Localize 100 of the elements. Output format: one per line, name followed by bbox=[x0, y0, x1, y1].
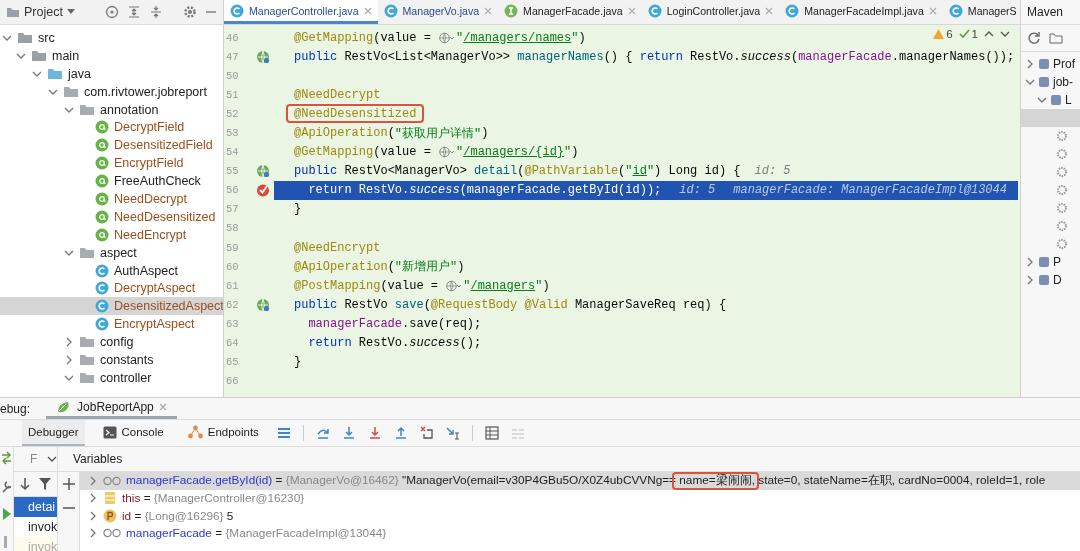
file-tab[interactable]: ManagerController.java bbox=[224, 0, 378, 24]
code-line: } bbox=[293, 201, 302, 219]
run-to-cursor-icon[interactable] bbox=[445, 426, 460, 440]
tree-item[interactable]: DecryptAspect bbox=[0, 279, 223, 298]
tree-item[interactable]: EncryptAspect bbox=[0, 315, 223, 334]
code-line: @GetMapping(value = "/managers/names") bbox=[293, 29, 586, 47]
close-icon[interactable] bbox=[363, 6, 372, 15]
tree-item[interactable]: src bbox=[0, 29, 223, 47]
tree-item[interactable]: com.rivtower.jobreport bbox=[0, 82, 223, 101]
run-gutter-icon bbox=[256, 297, 270, 312]
file-tab[interactable]: ManagerFacadeImpl.java bbox=[779, 0, 943, 24]
close-icon[interactable] bbox=[158, 403, 167, 411]
chevron-icon[interactable] bbox=[1037, 95, 1047, 105]
code-line: managerFacade.save(req); bbox=[307, 315, 482, 333]
tree-item[interactable]: Prof bbox=[1021, 55, 1080, 73]
tree-item[interactable]: EncryptField bbox=[0, 154, 223, 173]
step-out-icon[interactable] bbox=[393, 426, 408, 440]
annotation-icon bbox=[95, 156, 109, 171]
tree-item[interactable]: controller bbox=[0, 368, 223, 387]
warning-count[interactable]: 6 bbox=[946, 28, 953, 40]
drop-frame-icon[interactable] bbox=[419, 426, 434, 440]
weak-warning-count[interactable]: 1 bbox=[971, 28, 978, 40]
rerun-icon[interactable] bbox=[2, 451, 11, 465]
tool-tab[interactable]: Debugger bbox=[22, 420, 85, 446]
line-number: 65 bbox=[225, 356, 240, 369]
class-icon bbox=[948, 3, 963, 18]
menu-icon[interactable] bbox=[276, 426, 291, 440]
resume-icon[interactable] bbox=[2, 507, 11, 521]
line-number: 63 bbox=[225, 317, 240, 330]
tree-item[interactable]: annotation bbox=[0, 100, 223, 119]
tree-item[interactable]: P bbox=[1021, 253, 1080, 271]
tool-tab[interactable]: Console bbox=[96, 420, 170, 446]
chevron-icon[interactable] bbox=[1025, 257, 1035, 267]
class-icon bbox=[95, 299, 109, 314]
file-tab[interactable]: LoginController.java bbox=[641, 0, 780, 24]
line-number: 64 bbox=[225, 337, 240, 350]
tree-item[interactable]: L bbox=[1021, 91, 1080, 109]
panel-title[interactable]: Project bbox=[24, 5, 63, 19]
add-icon[interactable] bbox=[62, 478, 75, 490]
folder-icon[interactable] bbox=[1049, 31, 1063, 45]
globe-icon bbox=[446, 279, 463, 292]
folder-icon bbox=[79, 371, 95, 384]
tree-item[interactable]: NeedDesensitized bbox=[0, 207, 223, 226]
variable-row[interactable]: this = {ManagerController@16230} bbox=[80, 489, 1080, 507]
force-step-into-icon[interactable] bbox=[367, 426, 382, 440]
variable-row[interactable]: managerFacade = {ManagerFacadeImpl@13044} bbox=[80, 524, 1080, 542]
tree-item[interactable]: job- bbox=[1021, 73, 1080, 91]
chevron-icon[interactable] bbox=[1025, 77, 1035, 87]
chevron-icon[interactable] bbox=[88, 475, 98, 486]
line-number: 61 bbox=[225, 279, 240, 292]
code-line: } bbox=[293, 354, 302, 372]
tool-tab[interactable]: Endpoints bbox=[181, 420, 265, 446]
refresh-icon[interactable] bbox=[1027, 31, 1041, 45]
chevron-icon[interactable] bbox=[1025, 59, 1035, 69]
variable-text: managerFacade = {ManagerFacadeImpl@13044} bbox=[126, 526, 387, 541]
tree-item[interactable]: constants bbox=[0, 351, 223, 369]
tree-item[interactable]: D bbox=[1021, 271, 1080, 289]
step-into-icon[interactable] bbox=[341, 426, 356, 440]
chevron-icon[interactable] bbox=[88, 528, 98, 539]
tree-item[interactable]: NeedEncrypt bbox=[0, 225, 223, 244]
tree-item[interactable]: NeedDecrypt bbox=[0, 190, 223, 208]
chevron-icon[interactable] bbox=[1025, 275, 1035, 285]
maven-module-icon bbox=[1050, 94, 1062, 106]
tree-item[interactable]: DesensitizedAspect bbox=[0, 297, 223, 316]
watch-icon bbox=[103, 528, 121, 539]
settings-icon[interactable] bbox=[183, 5, 197, 19]
chevron-icon[interactable] bbox=[88, 510, 98, 521]
down-arrow-icon[interactable] bbox=[19, 477, 31, 491]
filter-icon[interactable] bbox=[39, 477, 51, 491]
wrench-icon[interactable] bbox=[2, 479, 11, 493]
tree-item[interactable]: AuthAspect bbox=[0, 261, 223, 280]
chevron-icon[interactable] bbox=[47, 454, 58, 464]
tree-item[interactable]: DecryptField bbox=[0, 118, 223, 137]
code-line: @ApiOperation("新增用户") bbox=[293, 258, 465, 277]
file-tab[interactable]: ManagerFacade.java bbox=[498, 0, 642, 24]
stack-frame[interactable]: invok bbox=[14, 517, 58, 537]
tree-item[interactable]: DesensitizedField bbox=[0, 136, 223, 155]
tree-item[interactable]: config bbox=[0, 333, 223, 352]
variable-text: this = {ManagerController@16230} bbox=[122, 491, 305, 506]
collapse-all-icon[interactable] bbox=[149, 5, 163, 19]
tree-item[interactable]: main bbox=[0, 46, 223, 65]
line-number: 47 bbox=[225, 50, 240, 63]
line-number: 50 bbox=[225, 69, 240, 82]
tree-item[interactable]: java bbox=[0, 64, 223, 83]
step-over-icon[interactable] bbox=[315, 426, 330, 440]
chevron-icon[interactable] bbox=[88, 493, 98, 504]
maven-module-icon bbox=[1038, 274, 1050, 286]
locate-icon[interactable] bbox=[105, 5, 119, 19]
stack-frame[interactable]: detai bbox=[14, 497, 58, 517]
file-tab[interactable]: ManagerS bbox=[942, 0, 1020, 24]
class-icon bbox=[647, 3, 662, 18]
tree-item[interactable]: aspect bbox=[0, 243, 223, 262]
table-icon[interactable] bbox=[484, 426, 499, 440]
variable-row[interactable]: id = {Long@16296} 5 bbox=[80, 507, 1080, 525]
tree-item[interactable]: FreeAuthCheck bbox=[0, 172, 223, 190]
chevron-icon[interactable] bbox=[64, 354, 74, 365]
file-tab[interactable]: ManagerVo.java bbox=[377, 0, 499, 24]
folder-icon bbox=[63, 85, 79, 98]
expand-all-icon[interactable] bbox=[127, 5, 141, 19]
chevron-icon[interactable] bbox=[64, 337, 74, 348]
